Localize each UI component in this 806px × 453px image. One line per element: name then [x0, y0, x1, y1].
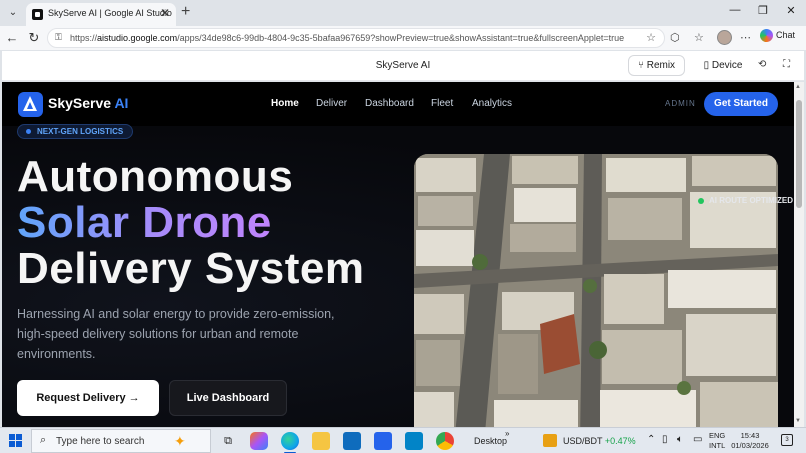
- copilot-chat-button[interactable]: Chat: [760, 29, 795, 47]
- extensions-icon[interactable]: ⬡: [670, 31, 680, 44]
- favorite-star-icon[interactable]: ☆: [646, 31, 656, 44]
- outlook-icon[interactable]: [405, 432, 423, 450]
- search-placeholder: Type here to search: [56, 436, 145, 447]
- remix-button[interactable]: ⑂ Remix: [628, 55, 685, 76]
- tab-actions-chevron-icon[interactable]: ⌄: [4, 4, 22, 22]
- nav-dashboard[interactable]: Dashboard: [365, 98, 414, 109]
- headline-line-1: Autonomous: [17, 152, 294, 201]
- restore-window-icon[interactable]: ❐: [748, 4, 778, 17]
- edge-browser-icon[interactable]: [281, 432, 299, 453]
- device-button[interactable]: ▯ Device: [696, 55, 750, 76]
- desktop-label[interactable]: Desktop: [474, 436, 507, 446]
- site-info-icon[interactable]: ⚿: [55, 32, 62, 43]
- app-top-nav: SkyServe AI Home Deliver Dashboard Fleet…: [2, 82, 794, 126]
- profile-avatar[interactable]: [717, 30, 732, 45]
- notifications-icon[interactable]: 3: [781, 434, 793, 446]
- tab-title: SkyServe AI | Google AI Studio: [48, 8, 172, 18]
- headline-line-3: Delivery System: [17, 244, 365, 293]
- refresh-icon[interactable]: ↻: [25, 29, 43, 47]
- app-viewport: SkyServe AI Home Deliver Dashboard Fleet…: [2, 82, 794, 427]
- search-icon: ⌕: [40, 434, 47, 446]
- tray-overflow-icon[interactable]: ⌃: [647, 434, 655, 445]
- microsoft-store-icon[interactable]: [343, 432, 361, 450]
- studio-header: SkyServe AI ⑂ Remix ▯ Device ⟲ ⛶: [2, 51, 804, 81]
- status-dot-icon: [698, 197, 704, 204]
- nav-deliver[interactable]: Deliver: [316, 98, 347, 109]
- badge-dot-icon: [26, 129, 31, 134]
- input-language[interactable]: ENG INTL: [709, 431, 725, 451]
- aerial-city-image: [414, 154, 778, 427]
- nav-fleet[interactable]: Fleet: [431, 98, 453, 109]
- favorites-icon[interactable]: ☆: [694, 31, 704, 44]
- page-scrollbar[interactable]: ▲ ▼: [794, 82, 804, 427]
- browser-tab[interactable]: SkyServe AI | Google AI Studio ✕: [26, 3, 176, 26]
- tab-close-icon[interactable]: ✕: [160, 6, 170, 20]
- task-view-icon[interactable]: ⧉: [219, 432, 237, 450]
- back-arrow-icon[interactable]: ←: [3, 29, 21, 47]
- address-bar[interactable]: ⚿ https://aistudio.google.com/apps/34de9…: [47, 28, 665, 48]
- url-text: https://aistudio.google.com/apps/34de98c…: [70, 33, 625, 43]
- browser-toolbar: ← ↻ ⚿ https://aistudio.google.com/apps/3…: [0, 26, 806, 50]
- volume-icon[interactable]: 🔈︎: [677, 434, 683, 445]
- scroll-thumb[interactable]: [796, 100, 802, 208]
- search-highlight-icon: ✦: [174, 433, 186, 449]
- copilot-icon: [760, 29, 773, 42]
- screen: ⌄ SkyServe AI | Google AI Studio ✕ + — ❐…: [0, 0, 806, 453]
- live-dashboard-button[interactable]: Live Dashboard: [169, 380, 287, 416]
- aerial-city-illustration: [414, 154, 778, 427]
- nav-analytics[interactable]: Analytics: [472, 98, 512, 109]
- ai-route-tag: AI ROUTE OPTIMIZED: [698, 196, 793, 205]
- windows-taskbar: ⌕ Type here to search ✦ ⧉ Desktop » USD/…: [0, 427, 806, 453]
- brand-name[interactable]: SkyServe AI: [48, 95, 128, 111]
- windows-start-icon[interactable]: [9, 434, 22, 447]
- skyserve-logo-icon[interactable]: [18, 92, 43, 117]
- stock-ticker[interactable]: USD/BDT +0.47%: [563, 436, 636, 446]
- remix-icon: ⑂: [637, 60, 647, 71]
- get-started-button[interactable]: Get Started: [704, 92, 778, 116]
- close-window-icon[interactable]: ✕: [776, 4, 806, 17]
- fullscreen-icon[interactable]: ⛶: [783, 59, 790, 70]
- admin-link[interactable]: ADMIN: [665, 99, 696, 108]
- minimize-window-icon[interactable]: —: [720, 4, 750, 16]
- nav-home[interactable]: Home: [271, 98, 299, 109]
- phone-link-icon[interactable]: ▯: [662, 434, 668, 445]
- copilot-app-icon[interactable]: [250, 432, 268, 450]
- word-icon[interactable]: [374, 432, 392, 450]
- chrome-icon[interactable]: [436, 432, 454, 450]
- scroll-up-icon[interactable]: ▲: [795, 84, 801, 90]
- network-icon[interactable]: ▭: [693, 434, 702, 445]
- more-menu-icon[interactable]: ⋯: [740, 31, 751, 44]
- file-explorer-icon[interactable]: [312, 432, 330, 450]
- scroll-down-icon[interactable]: ▼: [795, 418, 801, 424]
- hero-badge: NEXT-GEN LOGISTICS: [17, 124, 134, 139]
- system-clock[interactable]: 15:43 01/03/2026: [731, 431, 769, 451]
- taskbar-search[interactable]: ⌕ Type here to search ✦: [31, 429, 211, 453]
- hero-description: Harnessing AI and solar energy to provid…: [17, 307, 335, 361]
- stock-widget-icon[interactable]: [543, 434, 557, 447]
- desktop-chevron-icon[interactable]: »: [505, 429, 509, 438]
- headline-line-2: Solar Drone: [17, 198, 272, 247]
- browser-tabstrip: ⌄ SkyServe AI | Google AI Studio ✕ + — ❐…: [0, 0, 806, 26]
- device-icon: ▯: [703, 60, 712, 71]
- new-tab-button[interactable]: +: [181, 3, 190, 21]
- reload-app-icon[interactable]: ⟲: [758, 59, 766, 70]
- request-delivery-button[interactable]: Request Delivery →: [17, 380, 159, 416]
- aistudio-favicon-icon: [32, 9, 43, 20]
